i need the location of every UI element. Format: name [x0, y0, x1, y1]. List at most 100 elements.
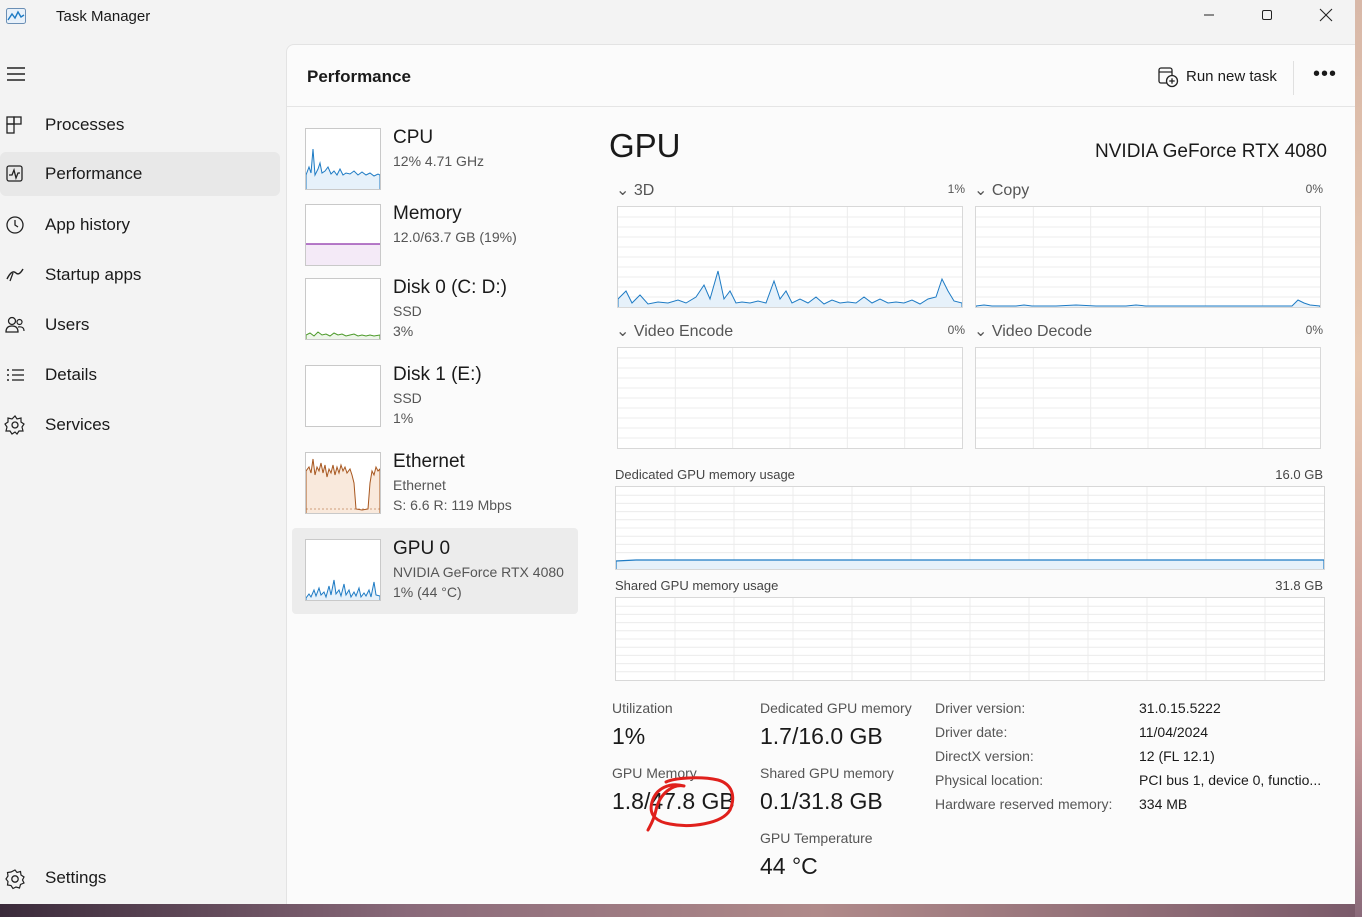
device-name: Ethernet [393, 451, 465, 472]
dedicated-memory-graph-label: Dedicated GPU memory usage [615, 467, 795, 482]
gpu-temperature-value: 44 °C [760, 853, 818, 879]
device-item-disk1[interactable]: Disk 1 (E:) SSD 1% [292, 354, 578, 440]
detail-label: Physical location: [935, 772, 1044, 788]
device-stat: Ethernet [393, 477, 446, 493]
title-bar[interactable]: Task Manager [0, 0, 1355, 34]
device-name: GPU 0 [393, 538, 451, 559]
minimize-button[interactable] [1186, 0, 1232, 30]
engine-video-decode-chart [976, 348, 1320, 448]
desktop-wallpaper [0, 904, 1362, 917]
engine-video-decode-dropdown[interactable]: ⌄ Video Decode [974, 321, 1092, 341]
nav-item-label: Services [45, 415, 111, 434]
engine-label: Video Decode [991, 323, 1093, 340]
nav-item-label: Users [45, 315, 90, 334]
nav-item-details[interactable]: Details [0, 353, 280, 397]
engine-label: Video Encode [633, 323, 734, 340]
nav-item-label: App history [45, 215, 131, 234]
dedicated-memory-graph [615, 486, 1325, 570]
task-manager-app-icon [6, 8, 26, 24]
gpu0-thumbnail-graph [305, 539, 381, 601]
utilization-label: Utilization [612, 700, 673, 716]
desktop-wallpaper-edge [1355, 0, 1362, 917]
device-name: Memory [393, 203, 462, 224]
header-divider [287, 106, 1355, 107]
disk1-thumbnail-graph [305, 365, 381, 427]
dedicated-memory-value: 1.7/16.0 GB [760, 723, 883, 749]
shared-memory-max: 31.8 GB [1275, 578, 1323, 593]
engine-pct: 0% [1305, 323, 1323, 337]
nav-item-users[interactable]: Users [0, 303, 280, 347]
dedicated-memory-chart [616, 487, 1324, 569]
hamburger-menu-icon[interactable] [4, 64, 28, 84]
shared-memory-label: Shared GPU memory [760, 765, 894, 781]
nav-item-performance[interactable]: Performance [0, 152, 280, 196]
cpu-thumbnail-graph [305, 128, 381, 190]
engine-video-decode-graph [975, 347, 1321, 449]
run-task-icon [1158, 67, 1179, 88]
chevron-down-icon: ⌄ [616, 182, 630, 199]
detail-value: PCI bus 1, device 0, functio... [1139, 772, 1322, 788]
detail-value: 334 MB [1139, 796, 1188, 812]
performance-icon [6, 165, 23, 182]
engine-label: 3D [633, 182, 655, 199]
nav-item-services[interactable]: Services [0, 403, 280, 447]
disk0-thumbnail-graph [305, 278, 381, 340]
device-stat: 1% (44 °C) [393, 584, 462, 600]
device-name: CPU [393, 127, 434, 148]
chevron-down-icon: ⌄ [974, 323, 988, 340]
engine-copy-dropdown[interactable]: ⌄ Copy [974, 180, 1029, 200]
page-title: Performance [307, 67, 411, 86]
detail-value: 11/04/2024 [1139, 724, 1209, 740]
device-item-disk0[interactable]: Disk 0 (C: D:) SSD 3% [292, 267, 578, 353]
nav-item-settings[interactable]: Settings [0, 856, 280, 900]
disk0-thumbnail-chart [306, 331, 380, 339]
detail-label: Hardware reserved memory: [935, 796, 1113, 812]
graph-gridlines [976, 348, 1320, 448]
chevron-down-icon: ⌄ [974, 182, 988, 199]
engine-3d-graph [617, 206, 963, 308]
performance-panel: Performance Run new task ••• CPU 12% 4.7… [286, 44, 1355, 904]
device-item-ethernet[interactable]: Ethernet Ethernet S: 6.6 R: 119 Mbps [292, 441, 578, 527]
details-icon [7, 369, 24, 381]
graph-gridlines [616, 598, 1324, 680]
more-options-button[interactable]: ••• [1311, 64, 1339, 89]
maximize-icon [1262, 10, 1272, 20]
detail-label: Driver date: [935, 724, 1008, 740]
maximize-button[interactable] [1244, 0, 1290, 30]
history-icon [6, 216, 24, 234]
device-stat: 1% [393, 410, 414, 426]
graph-gridlines [618, 348, 962, 448]
memory-thumbnail-graph [305, 204, 381, 266]
gpu-temperature-label: GPU Temperature [760, 830, 873, 846]
close-button[interactable] [1303, 0, 1349, 30]
run-new-task-label: Run new task [1186, 68, 1277, 85]
graph-gridlines [976, 207, 1320, 307]
engine-video-encode-dropdown[interactable]: ⌄ Video Encode [616, 321, 733, 341]
nav-item-app-history[interactable]: App history [0, 203, 280, 247]
engine-pct: 1% [947, 182, 965, 196]
ethernet-thumbnail-graph [305, 452, 381, 514]
gpu-model-name: NVIDIA GeForce RTX 4080 [1095, 141, 1327, 162]
engine-pct: 0% [1305, 182, 1323, 196]
engine-3d-dropdown[interactable]: ⌄ 3D [616, 180, 654, 200]
gpu0-thumbnail-chart [306, 579, 380, 600]
device-item-gpu0[interactable]: GPU 0 NVIDIA GeForce RTX 4080 1% (44 °C) [292, 528, 578, 614]
engine-copy-chart [976, 207, 1320, 307]
device-name: Disk 1 (E:) [393, 364, 482, 385]
run-new-task-button[interactable]: Run new task [1153, 63, 1293, 93]
window-title: Task Manager [56, 8, 151, 25]
nav-item-startup-apps[interactable]: Startup apps [0, 253, 280, 297]
ethernet-thumbnail-chart [306, 458, 380, 513]
device-item-cpu[interactable]: CPU 12% 4.71 GHz [292, 117, 578, 203]
engine-copy-graph [975, 206, 1321, 308]
settings-gear-icon [5, 869, 25, 890]
services-icon [4, 415, 25, 435]
engine-video-encode-graph [617, 347, 963, 449]
device-stat: 12% 4.71 GHz [393, 153, 485, 169]
nav-item-processes[interactable]: Processes [0, 103, 280, 147]
nav-item-label: Performance [45, 164, 143, 183]
shared-memory-value: 0.1/31.8 GB [760, 788, 883, 814]
detail-value: 12 (FL 12.1) [1139, 748, 1215, 764]
device-name: Disk 0 (C: D:) [393, 277, 507, 298]
detail-label: DirectX version: [935, 748, 1034, 764]
